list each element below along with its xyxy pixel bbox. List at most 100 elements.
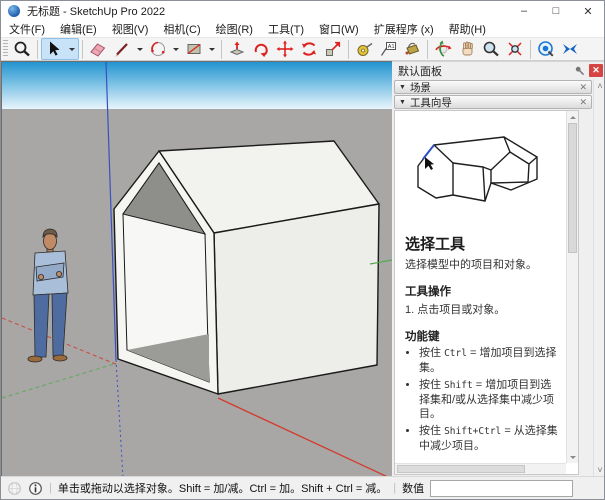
menu-bar: 文件(F) 编辑(E) 视图(V) 相机(C) 绘图(R) 工具(T) 窗口(W… [1, 21, 604, 37]
help-info-icon[interactable] [28, 481, 43, 496]
instructor-vertical-scrollbar[interactable] [566, 111, 578, 463]
operation-header: 工具操作 [405, 283, 558, 299]
model-viewport[interactable] [1, 61, 392, 478]
minimize-button[interactable]: – [508, 1, 540, 21]
rotate-icon [299, 39, 319, 59]
menu-file[interactable]: 文件(F) [9, 21, 45, 37]
orbit-button[interactable] [431, 38, 455, 60]
tray-section-instructor[interactable]: ▼ 工具向导 ✕ [394, 95, 592, 109]
paint-bucket-icon [402, 39, 422, 59]
rectangle-tool-dropdown[interactable] [206, 38, 218, 60]
move-icon [275, 39, 295, 59]
push-pull-button[interactable] [225, 38, 249, 60]
zoom-window-button[interactable] [10, 38, 34, 60]
chevron-down-icon [69, 48, 75, 54]
scrollbar-thumb[interactable] [568, 123, 577, 253]
line-tool-button[interactable] [110, 38, 134, 60]
menu-window[interactable]: 窗口(W) [319, 21, 359, 37]
chevron-up-icon[interactable]: ˄ [594, 82, 605, 91]
magnifier-icon [12, 39, 32, 59]
scroll-up-arrow-icon[interactable] [567, 111, 578, 122]
pan-hand-icon [457, 39, 477, 59]
tray-scrollbar[interactable]: ˄ ˅ [593, 79, 605, 478]
toolbar-separator [37, 40, 38, 59]
chevron-down-icon[interactable]: ˅ [594, 466, 605, 475]
section-label-instructor: 工具向导 [410, 95, 452, 110]
toolbar-separator [427, 40, 428, 59]
select-arrow-icon [44, 39, 64, 59]
extension-x-button[interactable] [558, 38, 582, 60]
toolbar-grip[interactable] [3, 40, 8, 58]
triangle-arrow-icon: ▼ [399, 99, 406, 106]
scrollbar-thumb[interactable] [397, 465, 525, 473]
move-button[interactable] [273, 38, 297, 60]
menu-view[interactable]: 视图(V) [112, 21, 149, 37]
rotate-button[interactable] [297, 38, 321, 60]
follow-me-button[interactable] [249, 38, 273, 60]
tape-measure-icon [354, 39, 374, 59]
rectangle-tool-button[interactable] [182, 38, 206, 60]
pan-button[interactable] [455, 38, 479, 60]
menu-extensions[interactable]: 扩展程序 (x) [374, 21, 434, 37]
tray-title: 默认面板 [398, 63, 442, 79]
menu-camera[interactable]: 相机(C) [163, 21, 200, 37]
menu-edit[interactable]: 编辑(E) [60, 21, 97, 37]
model-canvas [2, 62, 392, 478]
default-tray: 默认面板 ✕ ▼ 场景 ✕ ▼ 工具向导 ✕ [392, 61, 605, 478]
status-bar: | 单击或拖动以选择对象。Shift = 加/减。Ctrl = 加。Shift … [1, 476, 605, 499]
paint-bucket-button[interactable] [400, 38, 424, 60]
menu-draw[interactable]: 绘图(R) [216, 21, 253, 37]
measurement-label: 数值 [402, 480, 424, 496]
zoom-extents-icon [505, 39, 525, 59]
window-controls: – □ ✕ [508, 1, 604, 21]
follow-me-icon [251, 39, 271, 59]
zoom-button[interactable] [479, 38, 503, 60]
toolbar-separator [221, 40, 222, 59]
toolbar-separator [530, 40, 531, 59]
text-tool-button[interactable]: A1 [376, 38, 400, 60]
close-button[interactable]: ✕ [572, 1, 604, 21]
chevron-down-icon [209, 48, 215, 54]
zoom-extents-button[interactable] [503, 38, 527, 60]
menu-tools[interactable]: 工具(T) [268, 21, 304, 37]
section-close-icon[interactable]: ✕ [579, 83, 587, 92]
push-pull-icon [227, 39, 247, 59]
eraser-icon [88, 39, 108, 59]
modifier-list: 按住 Ctrl = 增加项目到选择集。 按住 Shift = 增加项目到选择集和… [419, 346, 558, 454]
instructor-title: 选择工具 [405, 233, 558, 254]
instructor-horizontal-scrollbar[interactable] [395, 463, 566, 474]
main-area: 默认面板 ✕ ▼ 场景 ✕ ▼ 工具向导 ✕ [1, 61, 605, 478]
tray-header: 默认面板 ✕ [392, 62, 605, 79]
statusbar-separator: | [393, 482, 396, 494]
tray-close-button[interactable]: ✕ [589, 64, 603, 77]
arc-tool-dropdown[interactable] [170, 38, 182, 60]
statusbar-separator: | [49, 482, 52, 494]
scroll-down-arrow-icon[interactable] [567, 452, 578, 463]
window-title: 无标题 - SketchUp Pro 2022 [27, 3, 165, 19]
measurement-input[interactable] [430, 480, 573, 497]
pin-icon[interactable] [574, 65, 586, 77]
geolocation-icon[interactable] [7, 481, 22, 496]
extension-round-button[interactable] [534, 38, 558, 60]
section-close-icon[interactable]: ✕ [579, 98, 587, 107]
tape-measure-button[interactable] [352, 38, 376, 60]
arc-tool-button[interactable] [146, 38, 170, 60]
tray-section-scenes[interactable]: ▼ 场景 ✕ [394, 80, 592, 94]
tray-body: ▼ 场景 ✕ ▼ 工具向导 ✕ [392, 79, 593, 478]
select-tool-dropdown[interactable] [66, 38, 78, 60]
extension-blue-x-icon [560, 39, 580, 59]
line-tool-dropdown[interactable] [134, 38, 146, 60]
maximize-button[interactable]: □ [540, 1, 572, 21]
eraser-tool-button[interactable] [86, 38, 110, 60]
toolbar-separator [348, 40, 349, 59]
menu-help[interactable]: 帮助(H) [449, 21, 486, 37]
zoom-magnifier-icon [481, 39, 501, 59]
modifier-item: 按住 Shift = 增加项目到选择集和/或从选择集中减少项目。 [419, 378, 558, 423]
instructor-house-illustration [407, 131, 557, 223]
select-tool-button[interactable] [42, 38, 66, 60]
scale-button[interactable] [321, 38, 345, 60]
arc-protractor-icon [148, 39, 168, 59]
scale-icon [323, 39, 343, 59]
operation-step: 1. 点击项目或对象。 [405, 301, 558, 317]
rectangle-icon [184, 39, 204, 59]
